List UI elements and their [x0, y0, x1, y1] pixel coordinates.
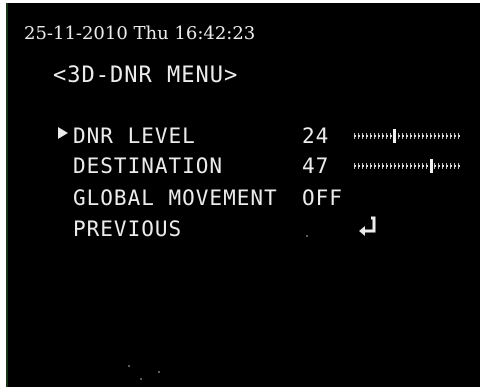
noise-speck	[158, 371, 160, 373]
osd-screen: 25-11-2010 Thu 16:42:23 <3D-DNR MENU> DN…	[6, 3, 480, 387]
noise-speck	[140, 378, 142, 380]
slider-ticks	[354, 133, 460, 139]
global-movement-value: OFF	[302, 186, 343, 210]
destination-slider[interactable]	[354, 159, 460, 173]
menu-item-previous[interactable]: PREVIOUS	[73, 217, 182, 241]
menu-item-global-movement[interactable]: GLOBAL MOVEMENT	[73, 186, 278, 210]
noise-speck	[128, 365, 130, 367]
menu-item-destination[interactable]: DESTINATION	[73, 154, 223, 178]
screen-edge	[6, 3, 8, 387]
destination-value: 47	[302, 154, 330, 178]
menu-item-dnr-level[interactable]: DNR LEVEL	[73, 124, 196, 148]
datetime-display: 25-11-2010 Thu 16:42:23	[24, 23, 256, 44]
menu-title: <3D-DNR MENU>	[53, 63, 239, 88]
dnr-level-value: 24	[302, 124, 330, 148]
slider-thumb[interactable]	[393, 129, 396, 143]
enter-return-icon[interactable]	[356, 216, 378, 238]
slider-ticks	[354, 163, 460, 169]
selection-cursor-icon	[58, 127, 68, 139]
noise-speck	[306, 235, 308, 237]
dnr-level-slider[interactable]	[354, 129, 460, 143]
slider-thumb[interactable]	[430, 159, 433, 173]
